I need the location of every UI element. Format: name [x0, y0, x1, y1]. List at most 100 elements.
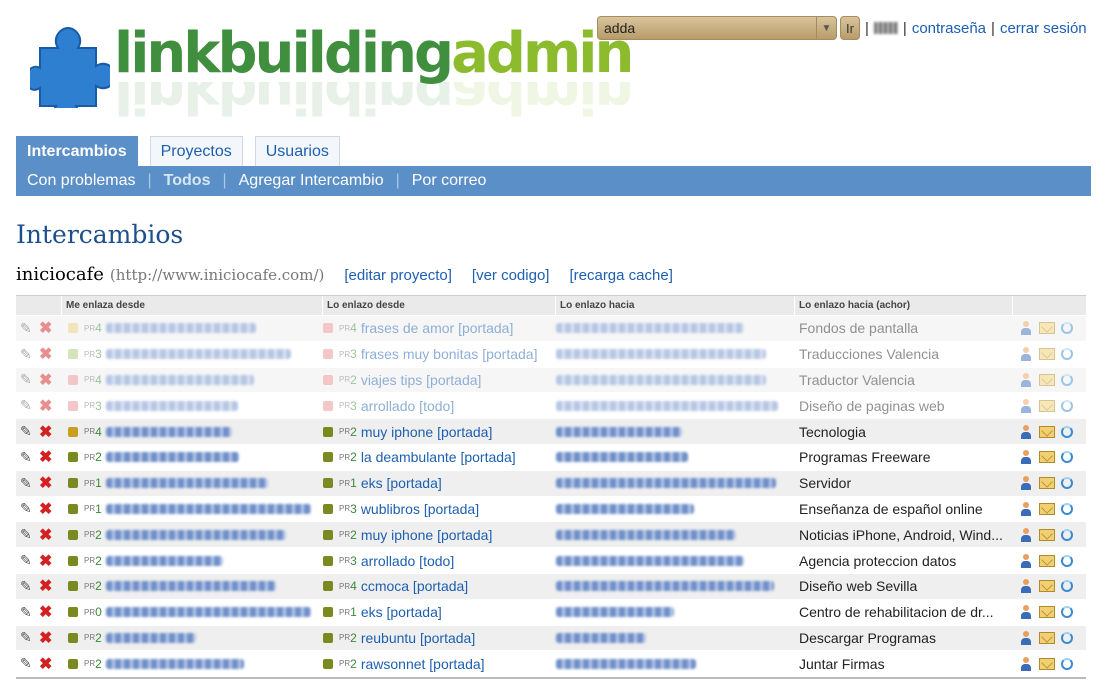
user-icon[interactable]: [1019, 579, 1033, 594]
mail-icon[interactable]: [1039, 606, 1055, 619]
source-url-redacted[interactable]: [105, 581, 276, 592]
user-icon[interactable]: [1019, 605, 1033, 620]
source-url-redacted[interactable]: [105, 607, 311, 618]
subnav-con-problemas[interactable]: Con problemas: [27, 172, 136, 190]
user-icon[interactable]: [1019, 501, 1033, 516]
edit-pencil-icon[interactable]: ✎: [20, 500, 38, 517]
edit-pencil-icon[interactable]: ✎: [20, 397, 38, 414]
refresh-icon[interactable]: [1061, 399, 1073, 412]
user-icon[interactable]: [1019, 527, 1033, 542]
target-url-redacted[interactable]: [556, 400, 778, 411]
delete-icon[interactable]: ✖: [39, 628, 52, 648]
mail-icon[interactable]: [1039, 631, 1055, 644]
tab-proyectos[interactable]: Proyectos: [149, 136, 243, 166]
source-url-redacted[interactable]: [105, 529, 286, 540]
delete-icon[interactable]: ✖: [39, 654, 52, 674]
linking-site-link[interactable]: muy iphone [portada]: [361, 424, 493, 440]
source-url-redacted[interactable]: [105, 555, 223, 566]
target-url-redacted[interactable]: [556, 607, 674, 618]
user-icon[interactable]: [1019, 656, 1033, 671]
mail-icon[interactable]: [1039, 502, 1055, 515]
go-button[interactable]: Ir: [840, 16, 860, 40]
refresh-icon[interactable]: [1061, 631, 1073, 644]
delete-icon[interactable]: ✖: [39, 447, 52, 467]
linking-site-link[interactable]: arrollado [todo]: [361, 553, 454, 569]
linking-site-link[interactable]: eks [portada]: [361, 604, 442, 620]
source-url-redacted[interactable]: [105, 426, 232, 437]
edit-pencil-icon[interactable]: ✎: [20, 320, 38, 337]
target-url-redacted[interactable]: [556, 632, 646, 643]
refresh-icon[interactable]: [1061, 373, 1073, 386]
edit-pencil-icon[interactable]: ✎: [20, 578, 38, 595]
delete-icon[interactable]: ✖: [39, 551, 52, 571]
delete-icon[interactable]: ✖: [39, 576, 52, 596]
delete-icon[interactable]: ✖: [39, 525, 52, 545]
target-url-redacted[interactable]: [556, 452, 688, 463]
user-icon[interactable]: [1019, 553, 1033, 568]
refresh-icon[interactable]: [1061, 502, 1073, 515]
source-url-redacted[interactable]: [105, 658, 244, 669]
target-url-redacted[interactable]: [556, 323, 744, 334]
mail-icon[interactable]: [1039, 554, 1055, 567]
linking-site-link[interactable]: viajes tips [portada]: [361, 372, 482, 388]
project-select[interactable]: adda ▼: [597, 16, 837, 40]
subnav-todos[interactable]: Todos: [164, 172, 211, 190]
linking-site-link[interactable]: la deambulante [portada]: [361, 449, 516, 465]
view-code-link[interactable]: [ver codigo]: [472, 267, 550, 284]
refresh-icon[interactable]: [1061, 322, 1073, 335]
delete-icon[interactable]: ✖: [39, 602, 52, 622]
linking-site-link[interactable]: ccmoca [portada]: [361, 578, 468, 594]
subnav-por-correo[interactable]: Por correo: [412, 172, 487, 190]
mail-icon[interactable]: [1039, 348, 1055, 361]
linking-site-link[interactable]: wublibros [portada]: [361, 501, 479, 517]
user-icon[interactable]: [1019, 450, 1033, 465]
mail-icon[interactable]: [1039, 657, 1055, 670]
target-url-redacted[interactable]: [556, 581, 774, 592]
source-url-redacted[interactable]: [105, 452, 239, 463]
tab-usuarios[interactable]: Usuarios: [254, 136, 340, 166]
target-url-redacted[interactable]: [556, 503, 694, 514]
target-url-redacted[interactable]: [556, 349, 766, 360]
mail-icon[interactable]: [1039, 373, 1055, 386]
user-icon[interactable]: [1019, 424, 1033, 439]
mail-icon[interactable]: [1039, 425, 1055, 438]
target-url-redacted[interactable]: [556, 529, 736, 540]
linking-site-link[interactable]: frases de amor [portada]: [361, 320, 514, 336]
linking-site-link[interactable]: arrollado [todo]: [361, 398, 454, 414]
user-icon[interactable]: [1019, 398, 1033, 413]
user-icon[interactable]: [1019, 476, 1033, 491]
source-url-redacted[interactable]: [105, 632, 196, 643]
user-icon[interactable]: [1019, 347, 1033, 362]
edit-pencil-icon[interactable]: ✎: [20, 629, 38, 646]
edit-pencil-icon[interactable]: ✎: [20, 475, 38, 492]
refresh-icon[interactable]: [1061, 451, 1073, 464]
linking-site-link[interactable]: muy iphone [portada]: [361, 527, 493, 543]
tab-intercambios[interactable]: Intercambios: [16, 136, 138, 166]
target-url-redacted[interactable]: [556, 426, 682, 437]
user-icon[interactable]: [1019, 372, 1033, 387]
target-url-redacted[interactable]: [556, 478, 776, 489]
reload-cache-link[interactable]: [recarga cache]: [569, 267, 672, 284]
delete-icon[interactable]: ✖: [39, 473, 52, 493]
mail-icon[interactable]: [1039, 399, 1055, 412]
delete-icon[interactable]: ✖: [39, 318, 52, 338]
password-link[interactable]: contraseña: [912, 20, 986, 37]
refresh-icon[interactable]: [1061, 657, 1073, 670]
mail-icon[interactable]: [1039, 451, 1055, 464]
source-url-redacted[interactable]: [105, 478, 268, 489]
user-icon[interactable]: [1019, 321, 1033, 336]
target-url-redacted[interactable]: [556, 658, 696, 669]
target-url-redacted[interactable]: [556, 374, 766, 385]
linking-site-link[interactable]: reubuntu [portada]: [361, 630, 475, 646]
source-url-redacted[interactable]: [105, 323, 256, 334]
refresh-icon[interactable]: [1061, 554, 1073, 567]
source-url-redacted[interactable]: [105, 374, 254, 385]
source-url-redacted[interactable]: [105, 349, 291, 360]
refresh-icon[interactable]: [1061, 606, 1073, 619]
refresh-icon[interactable]: [1061, 425, 1073, 438]
linking-site-link[interactable]: eks [portada]: [361, 475, 442, 491]
edit-pencil-icon[interactable]: ✎: [20, 371, 38, 388]
refresh-icon[interactable]: [1061, 528, 1073, 541]
source-url-redacted[interactable]: [105, 503, 311, 514]
refresh-icon[interactable]: [1061, 348, 1073, 361]
